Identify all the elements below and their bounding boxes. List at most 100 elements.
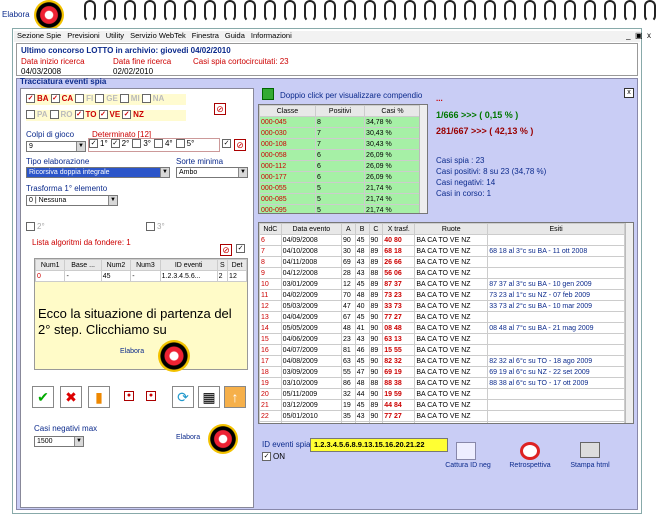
menu-item[interactable]: Previsioni [67, 31, 100, 40]
table-row[interactable]: 6 04/09/2008 90 45 90 40 80 BA CA TO VE NZ [259, 234, 625, 246]
table-row[interactable]: 000-085 5 21,74 % [259, 193, 421, 205]
alg-clear-icon[interactable]: ⊘ [220, 244, 232, 256]
menu-item[interactable]: Guida [225, 31, 245, 40]
start-date-value[interactable]: 04/03/2008 [21, 67, 61, 76]
events-table-box[interactable]: NdC Data evento A B C X trasf. Ruote Esiti 6 04/… [258, 222, 634, 424]
determinato-check[interactable]: ✓ [222, 139, 233, 149]
table-row[interactable]: 000-108 7 30,43 % [259, 138, 421, 150]
confirm-icon[interactable]: ✔ [32, 386, 54, 408]
stop-icon[interactable]: ● [124, 391, 134, 401]
table-row[interactable]: 000-095 5 21,74 % [259, 204, 421, 213]
table-row[interactable]: 18 03/09/2009 55 47 90 69 19 BA CA TO VE NZ 69 … [259, 366, 625, 378]
wheel-toggle[interactable]: ✓ TO [74, 110, 97, 120]
table-row[interactable]: 000-058 6 26,09 % [259, 149, 421, 161]
wheel-toggle[interactable]: MI [119, 94, 140, 104]
determinato-option[interactable]: ✓ 2° [110, 139, 129, 149]
determinato-option[interactable]: 3° [132, 139, 151, 149]
table-row[interactable]: 21 03/12/2009 19 45 89 44 84 BA CA TO VE NZ [259, 399, 625, 411]
menu-item[interactable]: Informazioni [251, 31, 292, 40]
wheel-toggle[interactable]: FI [75, 94, 93, 104]
tipo-select[interactable]: Ricorsiva doppia integrale ▼ [26, 167, 170, 178]
sorte-select[interactable]: Ambo ▼ [176, 167, 248, 178]
bin-icon[interactable]: ▮ [88, 386, 110, 408]
table-row[interactable]: 8 04/11/2008 69 43 89 26 66 BA CA TO VE NZ [259, 256, 625, 268]
casi-neg-select[interactable]: 1500 ▼ [34, 436, 84, 447]
table-row[interactable]: 12 05/03/2009 47 40 89 33 73 BA CA TO VE NZ 33 … [259, 300, 625, 312]
id-eventi-on-check[interactable]: ✓ ON [262, 452, 285, 462]
table-row[interactable]: 10 03/01/2009 12 45 89 87 37 BA CA TO VE NZ 87 … [259, 278, 625, 290]
alg-check[interactable]: ✓ [236, 244, 247, 254]
wheel-label: TO [85, 110, 97, 119]
table-row[interactable]: 15 04/06/2009 23 43 90 63 13 BA CA TO VE NZ [259, 333, 625, 345]
wheel-toggle[interactable]: ✓ NZ [122, 110, 144, 120]
determinato-option[interactable]: ✓ 1° [89, 139, 108, 149]
pos-3-check[interactable]: 3° [146, 222, 165, 232]
wheel-toggle[interactable]: GE [95, 94, 118, 104]
cattura-button[interactable]: Cattura ID neg [440, 462, 496, 469]
minimize-button[interactable]: _ [626, 31, 630, 40]
menu-item[interactable]: Utility [106, 31, 124, 40]
table-row[interactable]: 7 04/10/2008 30 48 89 68 18 BA CA TO VE NZ 68 1… [259, 245, 625, 257]
close-stats-icon[interactable]: x [624, 88, 634, 98]
table-cell: BA CA TO VE NZ [414, 377, 489, 389]
table-row[interactable]: 000-055 5 21,74 % [259, 182, 421, 194]
table-row[interactable]: 9 04/12/2008 28 43 88 56 06 BA CA TO VE NZ [259, 267, 625, 279]
maximize-button[interactable]: ▣ [635, 31, 643, 40]
wheel-toggle[interactable]: RO [49, 110, 73, 120]
menu-item[interactable]: Servizio WebTek [130, 31, 186, 40]
up-arrow-icon[interactable]: ↑ [224, 386, 246, 408]
menu-item[interactable]: Finestra [192, 31, 219, 40]
wheel-label: CA [61, 94, 74, 103]
table-row[interactable]: 14 05/05/2009 48 41 90 08 48 BA CA TO VE NZ 08 … [259, 322, 625, 334]
table-row[interactable]: 0-45-1.2.3.4.5.6... 2 12 [34, 270, 247, 282]
colpi-select[interactable]: 9 ▼ [26, 141, 86, 152]
retrospettiva-button[interactable]: Retrospettiva [502, 462, 558, 469]
table-cell: BA CA TO VE NZ [414, 322, 489, 334]
binder-ring-icon [364, 0, 376, 22]
stop-icon[interactable]: ● [146, 391, 156, 401]
close-button[interactable]: x [647, 31, 651, 40]
wheel-toggle[interactable]: ✓ BA [26, 94, 49, 104]
elabora-logo-icon[interactable] [158, 340, 190, 372]
table-row[interactable]: 000-045 8 34,78 % [259, 116, 421, 128]
table-row[interactable]: 17 04/08/2009 63 45 90 82 32 BA CA TO VE NZ 82 … [259, 355, 625, 367]
table-row[interactable]: 19 03/10/2009 86 48 88 88 38 BA CA TO VE NZ 88 … [259, 377, 625, 389]
table-row[interactable]: 13 04/04/2009 67 45 90 77 27 BA CA TO VE NZ [259, 311, 625, 323]
wheel-toggle[interactable]: NA [141, 94, 164, 104]
determinato-option[interactable]: 4° [153, 139, 173, 149]
refresh-icon[interactable]: ⟳ [172, 386, 194, 408]
menu-item[interactable]: Sezione Spie [17, 31, 61, 40]
classe-table-box[interactable]: Classe Positivi Casi % 000-045 8 34,78 % 000-… [258, 104, 428, 214]
table-row[interactable]: 000-112 6 26,09 % [259, 160, 421, 172]
clear-wheels-icon[interactable]: ⊘ [214, 103, 226, 115]
determinato-clear-icon[interactable]: ⊘ [234, 139, 246, 151]
table-row[interactable]: 000-177 6 26,09 % [259, 171, 421, 183]
table-row[interactable]: 2304/02/2010 i...75488823 63BA CA TO VE … [259, 421, 625, 423]
classe-scrollbar[interactable] [419, 105, 427, 213]
wheel-toggle[interactable]: ✓ CA [50, 94, 74, 104]
pos-2-check[interactable]: 2° [26, 222, 45, 232]
wheel-toggle[interactable]: PA [26, 110, 48, 120]
binder-ring-icon [524, 0, 536, 22]
table-row[interactable]: 000-030 7 30,43 % [259, 127, 421, 139]
determinato-option[interactable]: 5° [175, 139, 194, 149]
table-row[interactable]: 22 05/01/2010 35 43 90 77 27 BA CA TO VE NZ [259, 410, 625, 422]
end-date-value[interactable]: 02/02/2010 [113, 67, 153, 76]
trasforma-select[interactable]: 0 | Nessuna ▼ [26, 195, 118, 206]
wheel-toggle[interactable]: ✓ VE [98, 110, 120, 120]
table-row[interactable]: 11 04/02/2009 70 48 89 73 23 BA CA TO VE NZ 73 … [259, 289, 625, 301]
compendio-icon[interactable] [262, 88, 274, 100]
capture-icon[interactable] [456, 442, 476, 460]
table-row[interactable]: 16 04/07/2009 81 46 89 15 55 BA CA TO VE NZ [259, 344, 625, 356]
delete-icon[interactable]: ✖ [60, 386, 82, 408]
table-cell: 48 [354, 289, 370, 301]
retrospective-icon[interactable] [520, 442, 540, 460]
printer-icon[interactable] [580, 442, 600, 458]
elabora-button[interactable] [208, 424, 238, 454]
id-eventi-field[interactable]: 1.2.3.4.5.6.8.9.13.15.16.20.21.22 [310, 438, 448, 452]
table-row[interactable]: 20 05/11/2009 32 44 90 19 59 BA CA TO VE NZ [259, 388, 625, 400]
save-icon[interactable]: ▦ [198, 386, 220, 408]
stampa-button[interactable]: Stampa html [562, 462, 618, 469]
events-scrollbar[interactable] [625, 223, 633, 423]
table-cell: 8 [259, 256, 282, 268]
